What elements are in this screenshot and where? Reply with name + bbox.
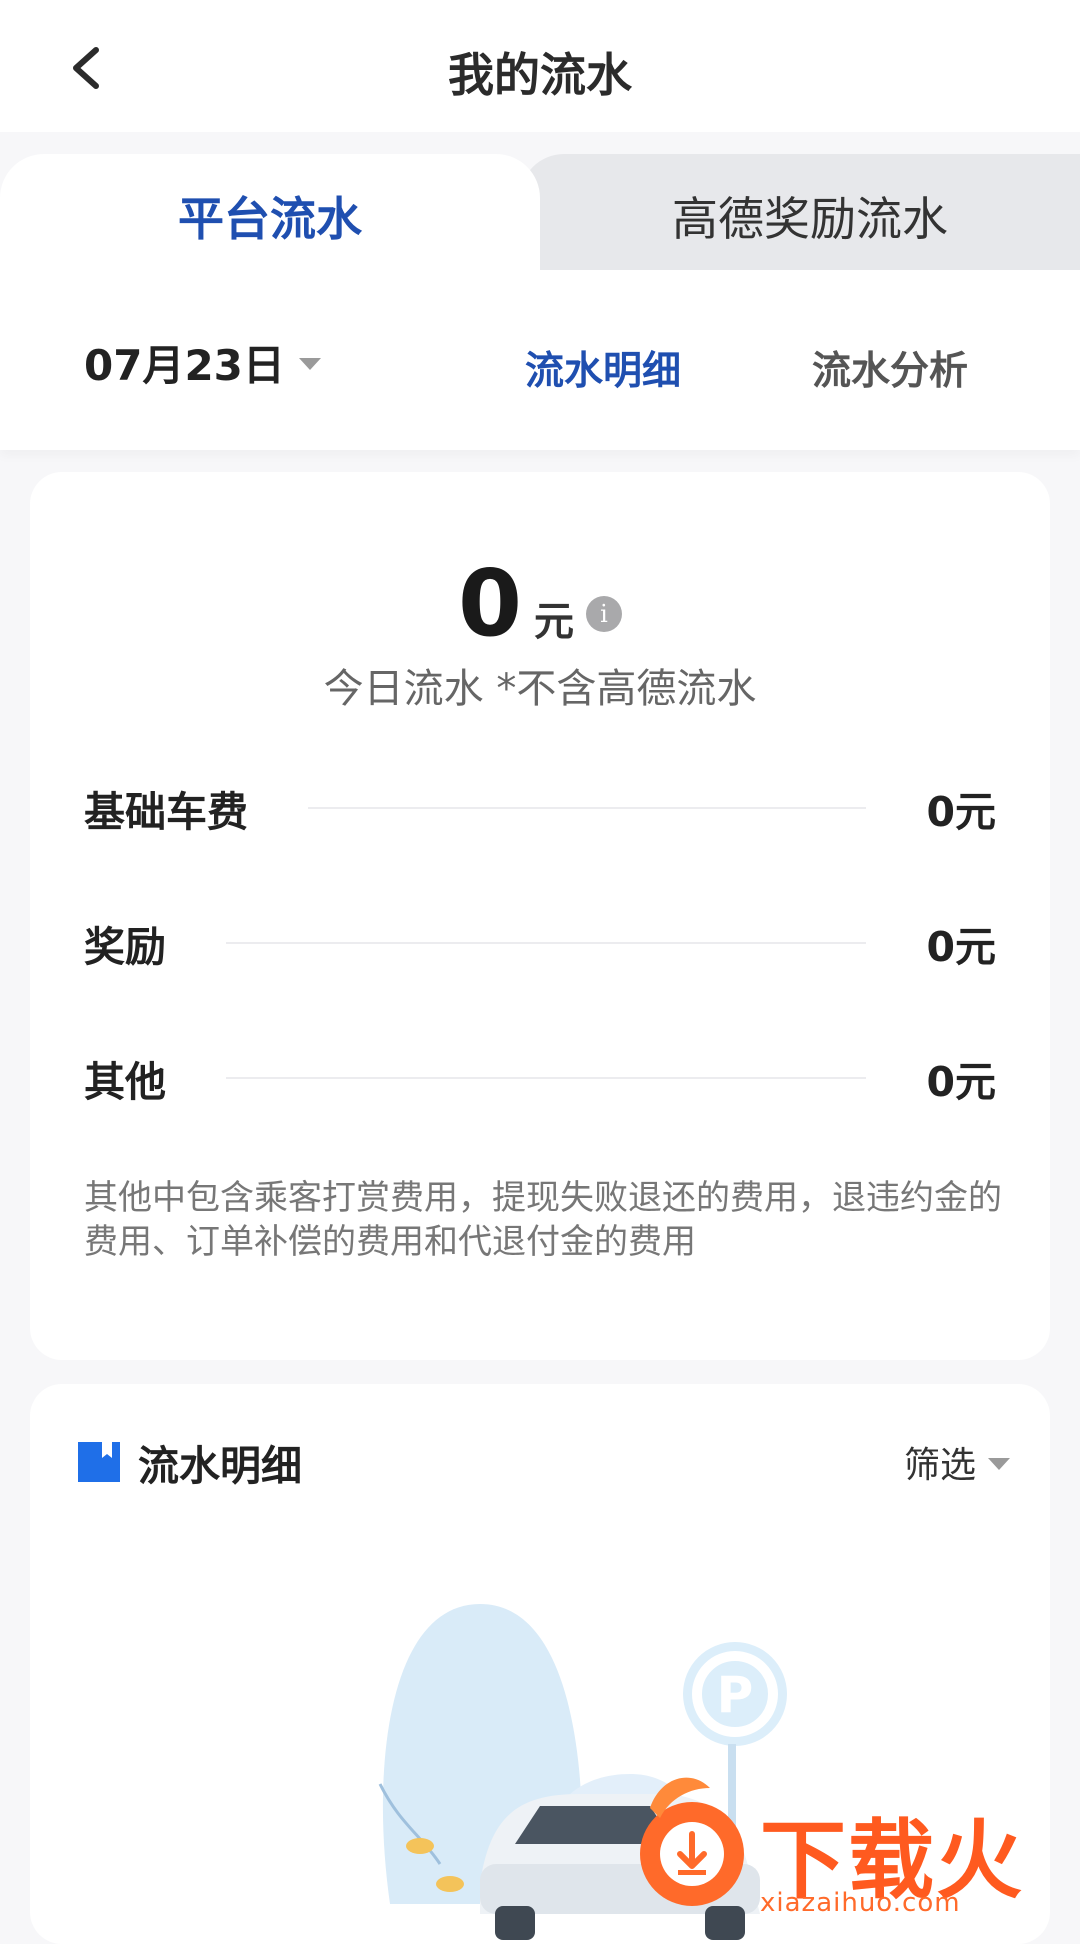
back-button[interactable] (56, 38, 116, 98)
other-note: 其他中包含乘客打赏费用，提现失败退还的费用，退违约金的费用、订单补偿的费用和代退… (84, 1178, 1002, 1262)
row-value: 0元 (926, 923, 996, 971)
total-amount: 0 元 i (30, 550, 1050, 657)
details-title: 流水明细 (138, 1442, 302, 1490)
sub-bar: 07月23日 流水明细 流水分析 (0, 270, 1080, 450)
main-tabs: 高德奖励流水 平台流水 (0, 150, 1080, 344)
caret-down-icon (298, 358, 321, 370)
row-label: 奖励 (84, 923, 166, 971)
row-reward: 奖励 0元 (84, 913, 996, 973)
top-bar (0, 0, 1080, 132)
date-label: 07月23日 (84, 340, 285, 390)
row-divider (226, 942, 867, 944)
date-selector[interactable]: 07月23日 (84, 332, 321, 392)
total-unit: 元 (534, 599, 574, 645)
total-caption: 今日流水 *不含高德流水 (323, 666, 757, 712)
summary-card: 0 元 i 今日流水 *不含高德流水 基础车费 0元 奖励 0元 其他 0元 其… (30, 472, 1050, 1360)
tab-amap-reward-label[interactable]: 高德奖励流水 (540, 154, 1080, 284)
row-other: 其他 0元 (84, 1048, 996, 1108)
caret-down-icon (988, 1458, 1010, 1470)
chevron-left-icon (73, 47, 99, 89)
bookmark-icon (78, 1442, 120, 1482)
svg-text:P: P (717, 1666, 754, 1724)
row-base-fare: 基础车费 0元 (84, 778, 996, 838)
details-header: 流水明细 (78, 1432, 302, 1492)
filter-label: 筛选 (903, 1445, 976, 1486)
row-divider (226, 1077, 867, 1079)
row-divider (308, 807, 867, 809)
total-value: 0 (457, 550, 522, 657)
row-value: 0元 (926, 1058, 996, 1106)
info-icon[interactable]: i (586, 595, 622, 632)
tab-platform-label[interactable]: 平台流水 (0, 154, 540, 284)
tab-analysis[interactable]: 流水分析 (812, 340, 968, 396)
row-value: 0元 (926, 788, 996, 836)
row-label: 其他 (84, 1058, 166, 1106)
tab-detail[interactable]: 流水明细 (525, 340, 681, 396)
watermark-url: xiazaihuo.com (760, 1888, 961, 1918)
filter-button[interactable]: 筛选 (904, 1436, 1010, 1488)
row-label: 基础车费 (84, 788, 248, 836)
